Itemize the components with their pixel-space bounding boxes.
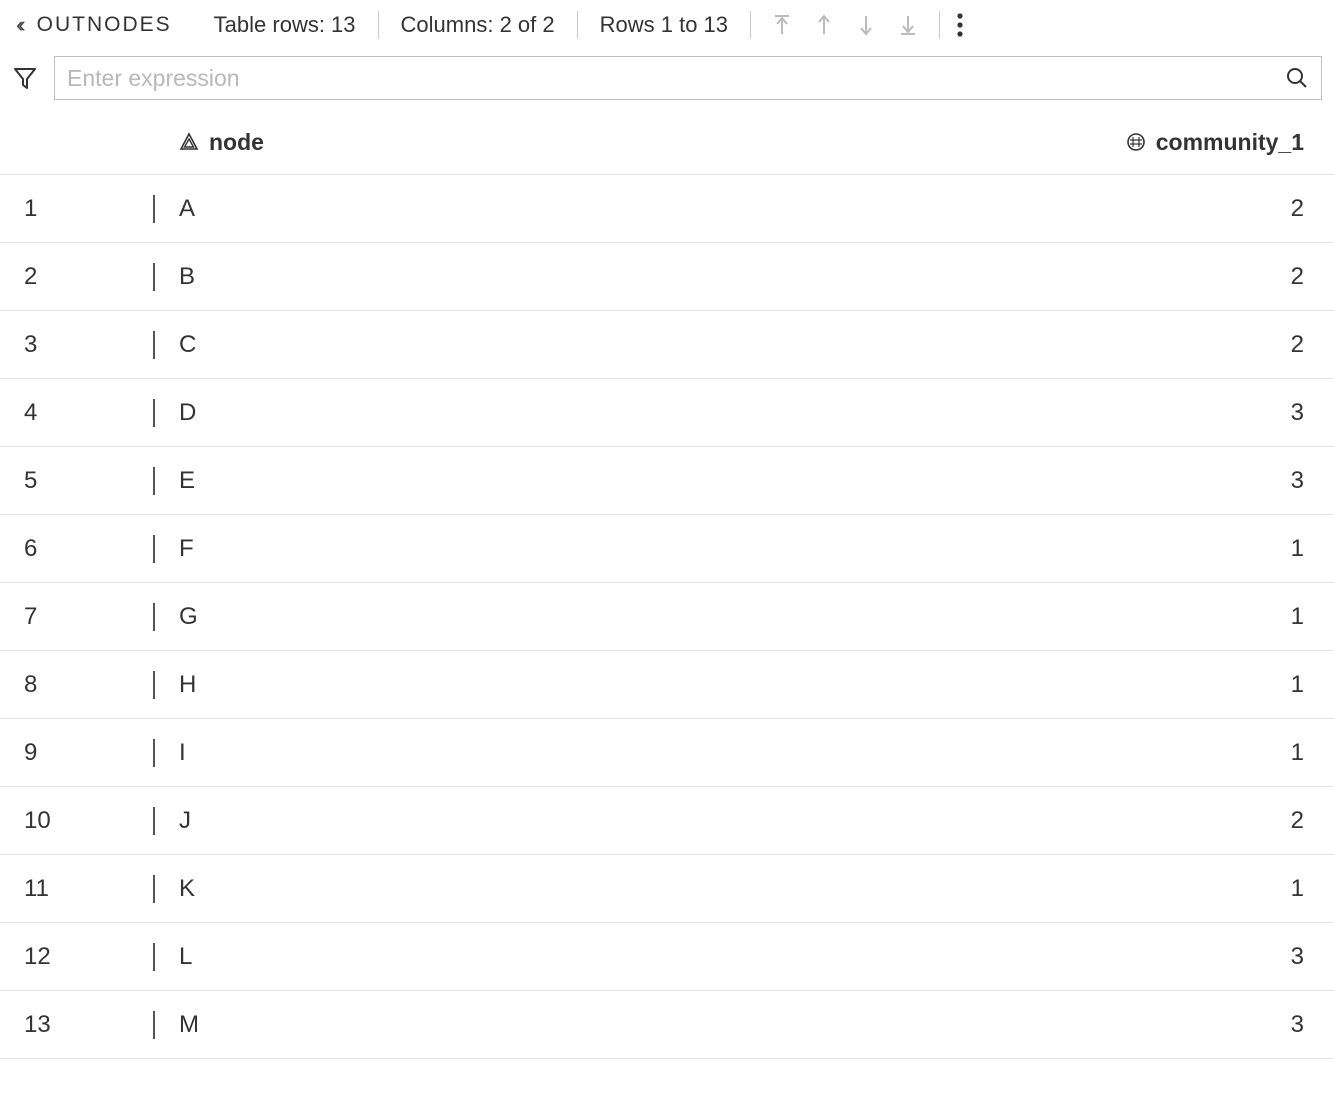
row-nav-controls [751,14,939,36]
cell-community: 1 [575,535,1334,563]
row-number: 9 [0,739,155,767]
table-row[interactable]: 5E3 [0,446,1334,514]
table-row[interactable]: 13M3 [0,990,1334,1058]
cell-community: 1 [575,671,1334,699]
cell-node: G [155,603,575,631]
kebab-menu-icon[interactable] [940,12,976,38]
table-header: node community_1 [0,110,1334,174]
table-name: OUTNODES [29,13,192,37]
row-number: 4 [0,399,155,427]
cell-community: 3 [575,943,1334,971]
table-rows-info: Table rows: 13 [192,12,378,38]
go-first-icon[interactable] [773,14,791,36]
column-header-label: node [209,129,264,156]
filter-row [0,50,1334,110]
cell-node: I [155,739,575,767]
row-number: 7 [0,603,155,631]
column-header-node[interactable]: node [155,129,575,156]
numeric-type-icon [1126,132,1146,152]
cell-node: H [155,671,575,699]
row-number: 6 [0,535,155,563]
cell-community: 1 [575,875,1334,903]
data-table: node community_1 1A22B23C24D35E36F17G18H… [0,110,1334,1059]
row-number: 13 [0,1011,155,1039]
cell-node: B [155,263,575,291]
filter-input-wrap [54,56,1322,100]
go-down-icon[interactable] [857,14,875,36]
table-row[interactable]: 7G1 [0,582,1334,650]
row-number: 2 [0,263,155,291]
search-icon[interactable] [1285,66,1309,90]
row-number: 11 [0,875,155,903]
table-body: 1A22B23C24D35E36F17G18H19I110J211K112L31… [0,174,1334,1059]
row-number: 8 [0,671,155,699]
table-row[interactable]: 8H1 [0,650,1334,718]
cell-node: J [155,807,575,835]
cell-node: K [155,875,575,903]
cell-community: 1 [575,603,1334,631]
table-row[interactable]: 1A2 [0,174,1334,242]
cell-node: E [155,467,575,495]
cell-community: 1 [575,739,1334,767]
table-row[interactable]: 12L3 [0,922,1334,990]
cell-node: D [155,399,575,427]
row-number: 5 [0,467,155,495]
cell-node: C [155,331,575,359]
cell-community: 3 [575,399,1334,427]
row-number: 3 [0,331,155,359]
string-type-icon [179,132,199,152]
filter-icon[interactable] [12,65,38,91]
table-row[interactable]: 4D3 [0,378,1334,446]
columns-info: Columns: 2 of 2 [379,12,577,38]
cell-community: 3 [575,1011,1334,1039]
table-row[interactable]: 2B2 [0,242,1334,310]
cell-community: 2 [575,195,1334,223]
row-number: 1 [0,195,155,223]
table-row[interactable]: 6F1 [0,514,1334,582]
cell-community: 3 [575,467,1334,495]
table-row[interactable]: 11K1 [0,854,1334,922]
rows-range-info: Rows 1 to 13 [578,12,750,38]
go-last-icon[interactable] [899,14,917,36]
cell-community: 2 [575,263,1334,291]
row-number: 12 [0,943,155,971]
column-header-label: community_1 [1156,129,1304,156]
column-header-community[interactable]: community_1 [575,129,1334,156]
cell-community: 2 [575,807,1334,835]
cell-node: A [155,195,575,223]
table-row[interactable]: 10J2 [0,786,1334,854]
filter-input[interactable] [67,65,1285,92]
go-up-icon[interactable] [815,14,833,36]
cell-node: M [155,1011,575,1039]
cell-community: 2 [575,331,1334,359]
toolbar: ‹‹ OUTNODES Table rows: 13 Columns: 2 of… [0,0,1334,50]
table-row[interactable]: 3C2 [0,310,1334,378]
table-row[interactable]: 9I1 [0,718,1334,786]
cell-node: F [155,535,575,563]
row-number: 10 [0,807,155,835]
cell-node: L [155,943,575,971]
back-icon[interactable]: ‹‹ [12,12,29,38]
